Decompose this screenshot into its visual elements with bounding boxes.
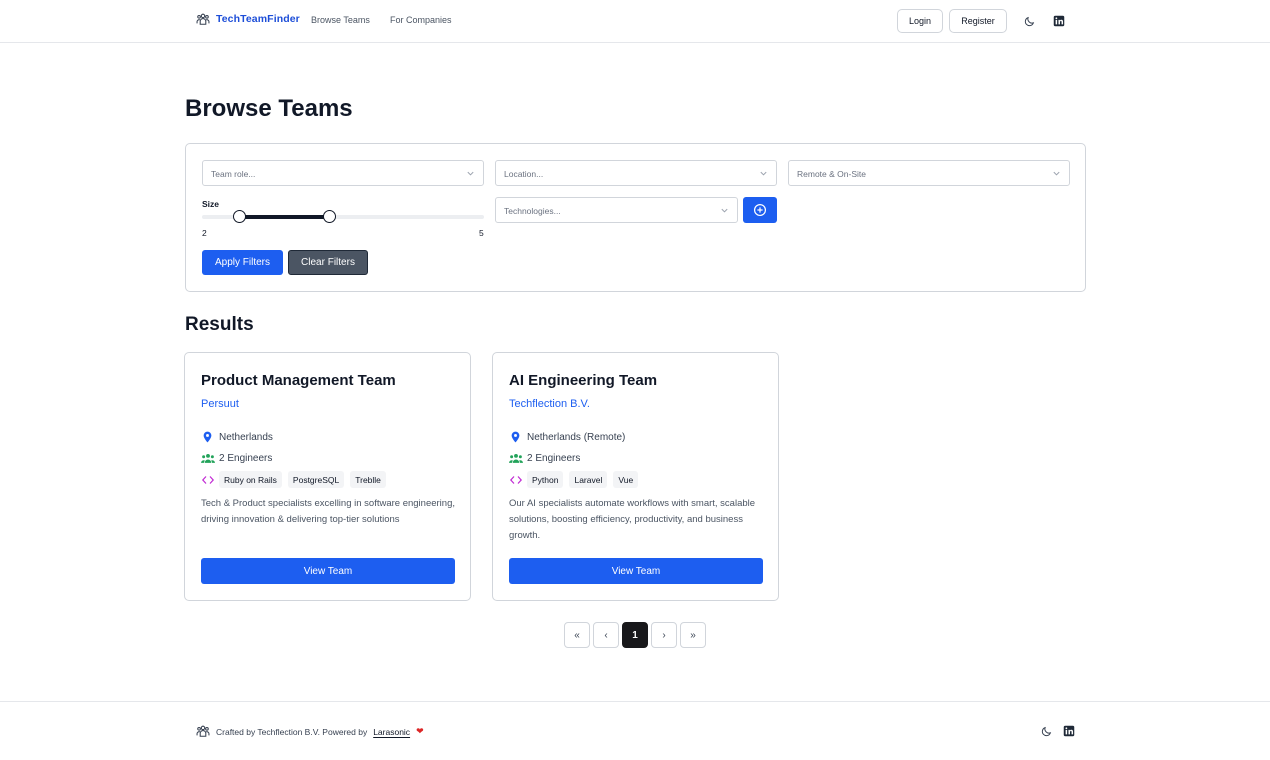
- users-icon: [201, 453, 215, 463]
- technology-tag: Laravel: [569, 471, 608, 488]
- size-label: Size: [202, 199, 220, 209]
- current-page-button[interactable]: 1: [622, 622, 648, 648]
- technology-tag: Ruby on Rails: [219, 471, 282, 488]
- pagination: « ‹ 1 › »: [564, 622, 706, 648]
- chevron-down-icon: [760, 171, 767, 176]
- view-team-button[interactable]: View Team: [509, 558, 763, 584]
- team-logo-icon: [196, 13, 210, 25]
- team-card: AI Engineering Team Techflection B.V. Ne…: [492, 352, 779, 601]
- brand-name: TechTeamFinder: [216, 13, 300, 25]
- plus-circle-icon: [753, 203, 767, 217]
- linkedin-icon[interactable]: [1053, 15, 1065, 27]
- team-location: Netherlands (Remote): [527, 432, 626, 443]
- size-max-value: 5: [479, 228, 484, 238]
- moon-icon[interactable]: [1041, 725, 1053, 737]
- brand[interactable]: TechTeamFinder: [196, 12, 300, 26]
- team-role-placeholder: Team role...: [211, 169, 256, 179]
- users-icon: [509, 453, 523, 463]
- nav-for-companies[interactable]: For Companies: [390, 15, 452, 25]
- location-placeholder: Location...: [504, 169, 544, 179]
- filter-panel: Team role... Location... Remote & On-Sit…: [185, 143, 1086, 292]
- technology-tag: Vue: [613, 471, 639, 488]
- chevron-down-icon: [1053, 171, 1060, 176]
- team-card: Product Management Team Persuut Netherla…: [184, 352, 471, 601]
- add-technology-button[interactable]: [743, 197, 777, 223]
- map-pin-icon: [511, 431, 520, 443]
- linkedin-icon[interactable]: [1063, 725, 1075, 737]
- previous-page-button[interactable]: ‹: [593, 622, 619, 648]
- team-description: Tech & Product specialists excelling in …: [201, 498, 455, 525]
- size-range-slider[interactable]: [202, 210, 484, 223]
- view-team-button[interactable]: View Team: [201, 558, 455, 584]
- size-min-value: 2: [202, 228, 207, 238]
- heart-icon: ❤: [416, 726, 424, 736]
- nav-browse-teams[interactable]: Browse Teams: [311, 15, 370, 25]
- chevron-down-icon: [721, 208, 728, 213]
- page-title: Browse Teams: [185, 95, 353, 122]
- size-max-handle[interactable]: [322, 210, 336, 223]
- larasonic-link[interactable]: Larasonic: [373, 727, 410, 737]
- technology-tag: Treblle: [350, 471, 386, 488]
- technology-tag: PostgreSQL: [287, 471, 345, 488]
- technologies-placeholder: Technologies...: [504, 206, 561, 216]
- team-title: Product Management Team: [201, 372, 396, 389]
- team-logo-icon: [196, 725, 210, 737]
- team-title: AI Engineering Team: [509, 372, 658, 389]
- company-link[interactable]: Techflection B.V.: [509, 398, 590, 410]
- team-location: Netherlands: [219, 432, 273, 443]
- clear-filters-button[interactable]: Clear Filters: [288, 250, 368, 275]
- team-engineers: 2 Engineers: [527, 453, 581, 464]
- technologies-select[interactable]: Technologies...: [495, 197, 738, 223]
- team-engineers: 2 Engineers: [219, 453, 273, 464]
- chevron-down-icon: [467, 171, 474, 176]
- code-icon: [202, 476, 214, 484]
- last-page-button[interactable]: »: [680, 622, 706, 648]
- login-button[interactable]: Login: [897, 9, 943, 33]
- map-pin-icon: [203, 431, 212, 443]
- footer-credits: Crafted by Techflection B.V. Powered by …: [216, 726, 424, 737]
- next-page-button[interactable]: ›: [651, 622, 677, 648]
- team-description: Our AI specialists automate workflows wi…: [509, 498, 756, 541]
- remote-select[interactable]: Remote & On-Site: [788, 160, 1070, 186]
- company-link[interactable]: Persuut: [201, 398, 239, 410]
- size-range-fill: [238, 215, 329, 219]
- technology-tag: Python: [527, 471, 564, 488]
- first-page-button[interactable]: «: [564, 622, 590, 648]
- results-heading: Results: [185, 314, 254, 335]
- moon-icon[interactable]: [1024, 15, 1036, 27]
- apply-filters-button[interactable]: Apply Filters: [202, 250, 283, 275]
- location-select[interactable]: Location...: [495, 160, 777, 186]
- code-icon: [510, 476, 522, 484]
- remote-value: Remote & On-Site: [797, 169, 866, 179]
- top-navbar: TechTeamFinder Browse Teams For Companie…: [0, 0, 1270, 43]
- size-min-handle[interactable]: [232, 210, 246, 223]
- technology-tags: Ruby on Rails PostgreSQL Treblle: [219, 471, 386, 488]
- footer-text: Crafted by Techflection B.V. Powered by: [216, 726, 368, 737]
- technology-tags: Python Laravel Vue: [527, 471, 639, 488]
- register-button[interactable]: Register: [949, 9, 1007, 33]
- team-role-select[interactable]: Team role...: [202, 160, 484, 186]
- footer: Crafted by Techflection B.V. Powered by …: [0, 701, 1270, 760]
